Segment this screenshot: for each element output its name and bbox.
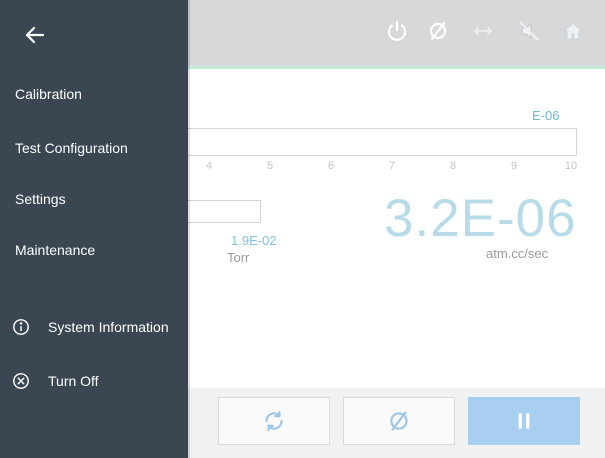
menu-item-label: Turn Off [48,373,99,389]
menu-item-label: System Information [48,319,169,335]
drawer-shadow [188,0,190,458]
zero-button[interactable] [343,397,455,445]
scale-tick: 9 [510,160,518,172]
pause-icon [518,413,530,429]
empty-set-icon [390,411,408,431]
power-icon[interactable] [384,18,410,44]
scale-tick: 10 [564,160,578,172]
pressure-value: 1.9E-02 [231,233,277,248]
scale-label: E-06 [532,108,560,123]
back-button[interactable] [20,20,50,50]
leak-rate-bar [188,128,577,156]
refresh-icon [265,410,283,432]
scale-tick: 8 [449,160,457,172]
menu-item-test-configuration[interactable]: Test Configuration [15,140,128,156]
navigation-drawer: Calibration Test Configuration Settings … [0,0,188,458]
menu-item-settings[interactable]: Settings [15,191,66,207]
menu-item-maintenance[interactable]: Maintenance [15,242,95,258]
refresh-button[interactable] [218,397,330,445]
scale-tick: 6 [327,160,335,172]
scale-tick: 5 [266,160,274,172]
menu-item-calibration[interactable]: Calibration [15,86,82,102]
home-icon[interactable] [560,18,586,44]
arrow-left-icon [25,26,45,44]
scale-tick: 4 [205,160,213,172]
empty-set-icon[interactable] [425,18,451,44]
arrows-horizontal-icon[interactable] [470,18,496,44]
pause-button[interactable] [468,397,580,445]
scale-tick: 7 [388,160,396,172]
leak-rate-value: 3.2E-06 [384,189,577,248]
pressure-unit: Torr [227,250,250,265]
leak-rate-unit: atm.cc/sec [486,246,549,261]
mute-icon[interactable] [516,18,542,44]
pressure-bar [188,200,261,223]
close-circle-icon [12,372,30,390]
info-circle-icon [12,318,30,336]
